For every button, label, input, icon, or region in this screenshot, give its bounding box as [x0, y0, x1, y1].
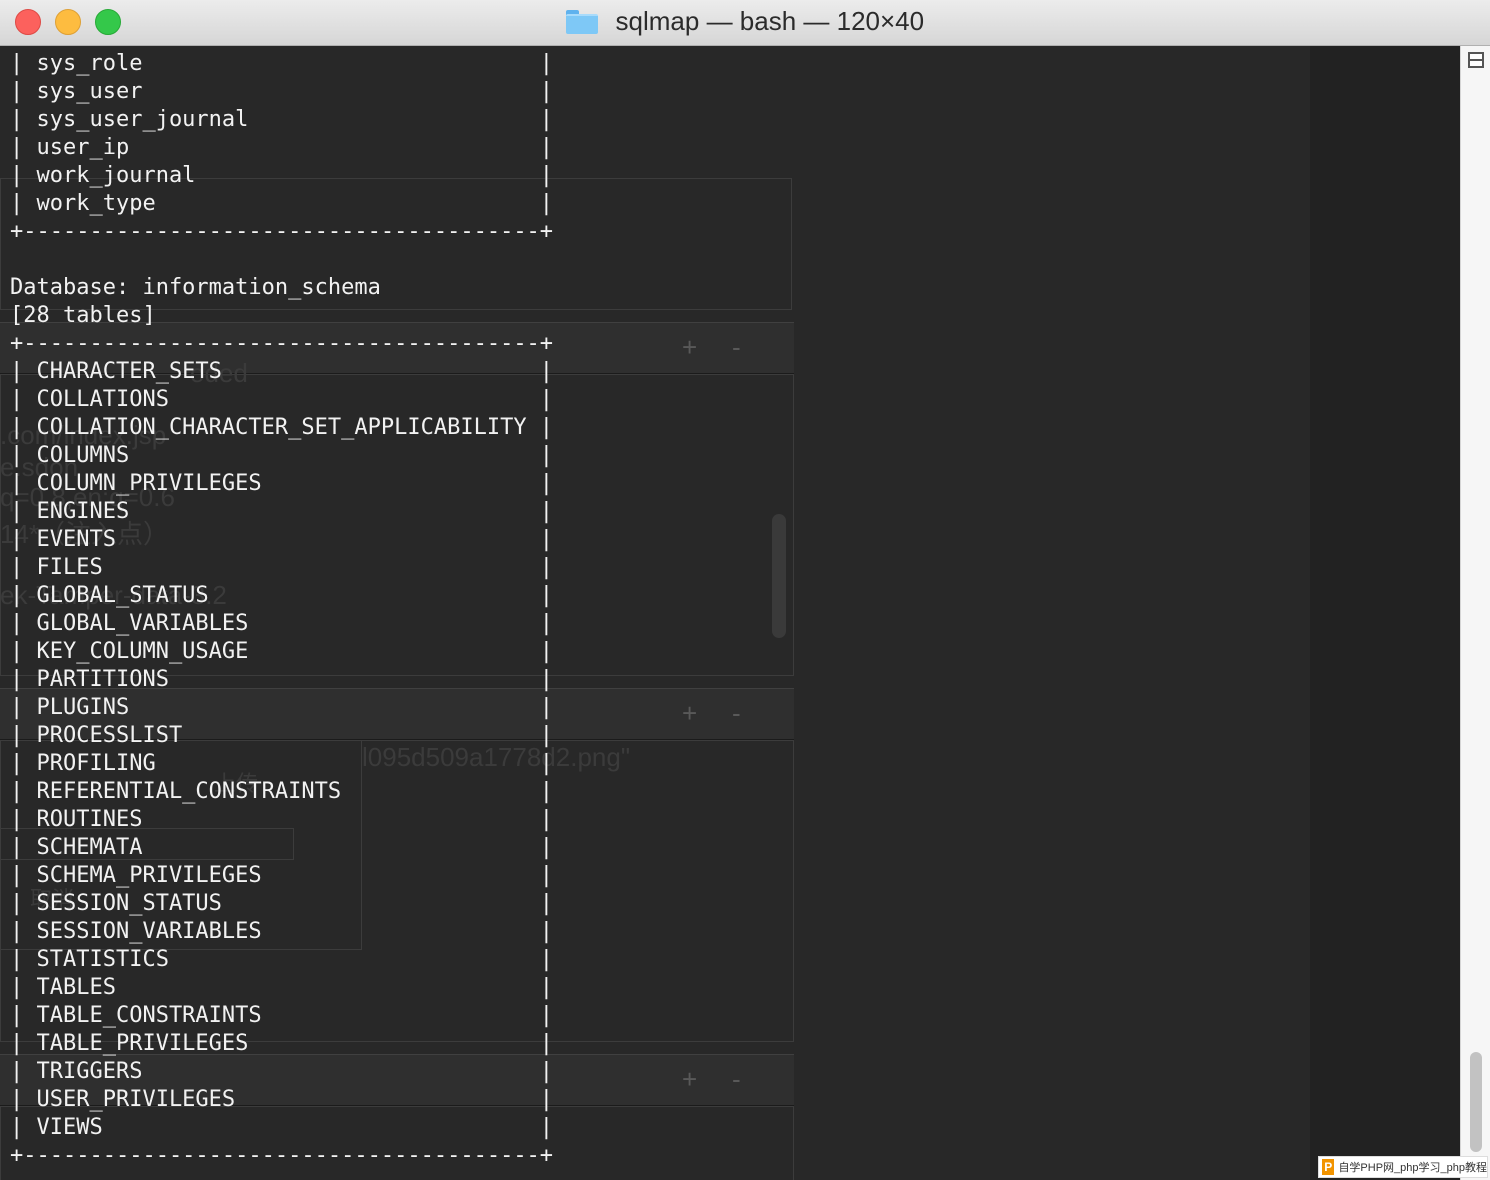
- terminal-line: | SCHEMA_PRIVILEGES |: [10, 863, 554, 888]
- terminal-line: | EVENTS |: [10, 527, 554, 552]
- terminal-line: | sys_user_journal |: [10, 107, 554, 132]
- watermark-logo-icon: P: [1322, 1159, 1335, 1175]
- terminal-line: | KEY_COLUMN_USAGE |: [10, 639, 554, 664]
- terminal-line: | FILES |: [10, 555, 554, 580]
- terminal-line: | TABLE_CONSTRAINTS |: [10, 1003, 554, 1028]
- terminal-line: | PLUGINS |: [10, 695, 554, 720]
- terminal-line: +---------------------------------------…: [10, 219, 554, 244]
- terminal-line: | COLUMN_PRIVILEGES |: [10, 471, 554, 496]
- terminal-line: | PARTITIONS |: [10, 667, 554, 692]
- terminal-line: | SESSION_STATUS |: [10, 891, 554, 916]
- ghost-right-pane: [1310, 46, 1460, 1180]
- terminal-line: | SCHEMATA |: [10, 835, 554, 860]
- terminal-area[interactable]: + - + - + - oded .com/index.jsp e.sdon q…: [0, 46, 1460, 1180]
- terminal-line: | STATISTICS |: [10, 947, 554, 972]
- terminal-line: | COLLATIONS |: [10, 387, 554, 412]
- terminal-line: | CHARACTER_SETS |: [10, 359, 554, 384]
- terminal-line: | GLOBAL_STATUS |: [10, 583, 554, 608]
- ghost-plus: +: [682, 332, 698, 362]
- split-pane-icon[interactable]: [1468, 52, 1484, 68]
- ghost-minus: -: [732, 1064, 741, 1094]
- terminal-line: | ENGINES |: [10, 499, 554, 524]
- terminal-output: | sys_role | | sys_user | | sys_user_journ…: [10, 50, 553, 1170]
- terminal-line: | VIEWS |: [10, 1115, 554, 1140]
- terminal-line: | TABLE_PRIVILEGES |: [10, 1031, 554, 1056]
- terminal-line: | ROUTINES |: [10, 807, 554, 832]
- scrollbar-track[interactable]: [1460, 46, 1490, 1180]
- terminal-line: Database: information_schema: [10, 275, 381, 300]
- ghost-scrollbar: [772, 514, 786, 638]
- window-title-wrap: sqlmap — bash — 120×40: [0, 6, 1490, 40]
- terminal-line: | COLUMNS |: [10, 443, 554, 468]
- terminal-line: [28 tables]: [10, 303, 156, 328]
- terminal-line: | USER_PRIVILEGES |: [10, 1087, 554, 1112]
- ghost-plus: +: [682, 698, 698, 728]
- terminal-line: | PROFILING |: [10, 751, 554, 776]
- watermark-text: 自学PHP网_php学习_php教程: [1338, 1162, 1487, 1174]
- folder-icon: [565, 9, 598, 34]
- ghost-plus: +: [682, 1064, 698, 1094]
- terminal-line: | TABLES |: [10, 975, 554, 1000]
- watermark: P 自学PHP网_php学习_php教程: [1318, 1156, 1488, 1178]
- terminal-line: | GLOBAL_VARIABLES |: [10, 611, 554, 636]
- window-title: sqlmap — bash — 120×40: [615, 6, 925, 36]
- window-titlebar[interactable]: sqlmap — bash — 120×40: [0, 0, 1490, 46]
- terminal-line: | REFERENTIAL_CONSTRAINTS |: [10, 779, 554, 804]
- terminal-line: +---------------------------------------…: [10, 331, 554, 356]
- terminal-line: | PROCESSLIST |: [10, 723, 554, 748]
- terminal-line: +---------------------------------------…: [10, 1143, 554, 1168]
- terminal-line: | work_type |: [10, 191, 554, 216]
- terminal-line: | sys_user |: [10, 79, 554, 104]
- scrollbar-thumb[interactable]: [1470, 1052, 1482, 1152]
- terminal-line: | work_journal |: [10, 163, 554, 188]
- terminal-line: | SESSION_VARIABLES |: [10, 919, 554, 944]
- terminal-line: | sys_role |: [10, 51, 554, 76]
- ghost-minus: -: [732, 332, 741, 362]
- terminal-line: | TRIGGERS |: [10, 1059, 554, 1084]
- ghost-minus: -: [732, 698, 741, 728]
- terminal-line: | user_ip |: [10, 135, 554, 160]
- terminal-line: | COLLATION_CHARACTER_SET_APPLICABILITY …: [10, 415, 554, 440]
